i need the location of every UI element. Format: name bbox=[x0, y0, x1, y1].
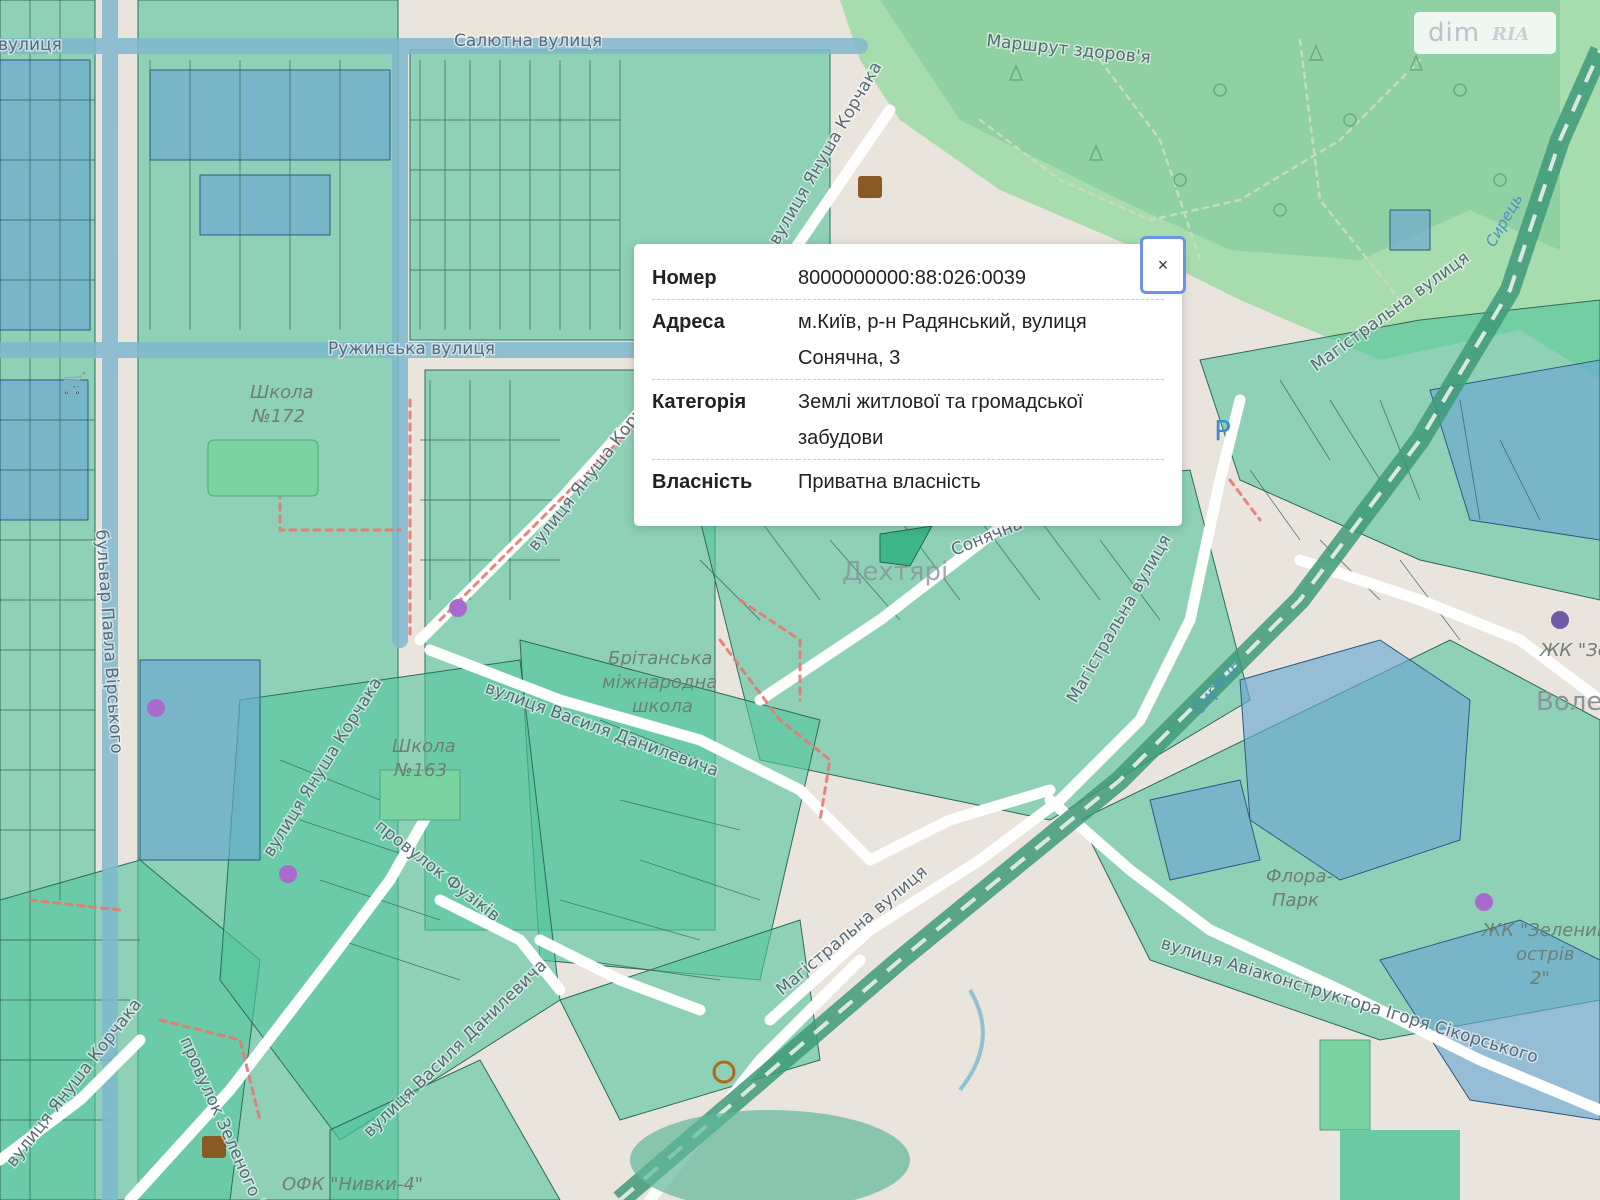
svg-text:🛒: 🛒 bbox=[62, 371, 87, 395]
row-value-address: м.Київ, р-н Радянський, вулиця Сонячна, … bbox=[798, 311, 1087, 369]
poi-label: острів bbox=[1516, 944, 1574, 965]
logo[interactable]: dim RIA bbox=[1414, 12, 1556, 54]
poi-label: ЖК "Зе bbox=[1539, 640, 1600, 661]
map-canvas[interactable]: 🛒 P Салютна вулиця вулиця Ружинська вули… bbox=[0, 0, 1600, 1200]
poi-label: Брітанська bbox=[608, 648, 712, 669]
library-icon[interactable] bbox=[858, 176, 882, 198]
row-key-category: Категорія bbox=[652, 391, 747, 413]
poi-label: №172 bbox=[251, 406, 305, 427]
lock-icon[interactable] bbox=[1551, 611, 1569, 629]
logo-mark: RIA bbox=[1486, 18, 1546, 53]
logo-text: dim bbox=[1428, 18, 1481, 48]
poi-label: ЖК "Зелений bbox=[1481, 920, 1600, 941]
close-icon: × bbox=[1157, 254, 1169, 275]
shop-icon[interactable] bbox=[147, 699, 165, 717]
parcel-info-table: Номер 8000000000:88:026:0039 Адреса м.Ки… bbox=[652, 256, 1164, 503]
parking-icon[interactable]: P bbox=[1214, 414, 1231, 447]
shop-icon[interactable] bbox=[449, 599, 467, 617]
street-label: вулиця bbox=[0, 35, 62, 55]
svg-text:RIA: RIA bbox=[1491, 24, 1529, 45]
table-row: Категорія Землі житлової та громадської … bbox=[652, 380, 1164, 460]
poi-label: 2" bbox=[1530, 968, 1550, 989]
row-key-ownership: Власність bbox=[652, 471, 753, 493]
row-value-category: Землі житлової та громадської забудови bbox=[798, 391, 1084, 449]
table-row: Власність Приватна власність bbox=[652, 460, 1164, 504]
close-button[interactable]: × bbox=[1140, 236, 1186, 294]
row-value-ownership: Приватна власність bbox=[798, 471, 981, 493]
table-row: Адреса м.Київ, р-н Радянський, вулиця Со… bbox=[652, 300, 1164, 380]
poi-label: Флора- bbox=[1266, 866, 1333, 887]
poi-label: школа bbox=[632, 696, 693, 717]
shop-icon[interactable] bbox=[279, 865, 297, 883]
poi-label: Парк bbox=[1272, 890, 1319, 911]
row-value-number: 8000000000:88:026:0039 bbox=[798, 267, 1027, 289]
poi-label: Школа bbox=[392, 736, 456, 757]
row-key-number: Номер bbox=[652, 267, 717, 289]
poi-label: №163 bbox=[393, 760, 447, 781]
row-key-address: Адреса bbox=[652, 311, 725, 333]
table-row: Номер 8000000000:88:026:0039 bbox=[652, 256, 1164, 300]
poi-label: Воле bbox=[1536, 687, 1600, 717]
poi-label: ОФК "Нивки-4" bbox=[282, 1174, 423, 1195]
poi-label: Школа bbox=[250, 382, 314, 403]
shop-icon[interactable] bbox=[1475, 893, 1493, 911]
street-label: Салютна вулиця bbox=[454, 31, 602, 51]
parcel-info-popup: Номер 8000000000:88:026:0039 Адреса м.Ки… bbox=[634, 244, 1182, 526]
shop-icon: 🛒 bbox=[62, 371, 87, 395]
poi-label: міжнародна bbox=[602, 672, 717, 693]
street-label: Ружинська вулиця bbox=[328, 339, 495, 359]
